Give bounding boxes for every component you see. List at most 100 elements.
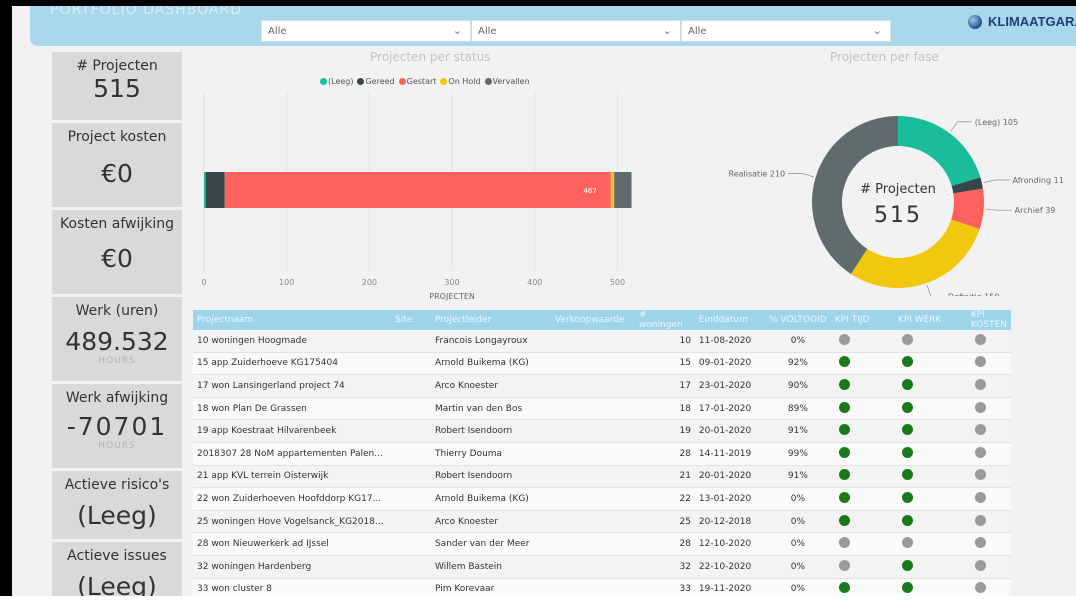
- table-row[interactable]: 25 woningen Hove Vogelsanck_KG2018... Arc…: [193, 510, 1011, 534]
- woningen-cell: 28: [634, 532, 695, 556]
- card-label: Project kosten: [67, 129, 167, 145]
- project-leader-cell: Arco Knoester: [430, 374, 551, 398]
- card-value: -70701: [66, 412, 168, 441]
- kpi-kosten-cell: [966, 442, 1011, 466]
- slice-leader-line: [983, 179, 1010, 183]
- site-cell: [390, 352, 431, 376]
- woningen-cell: 10: [634, 330, 695, 353]
- sales-value-cell: [550, 419, 635, 443]
- voltooid-cell: 0%: [764, 532, 831, 556]
- col-header-kpi-tijd[interactable]: KPI TIJD: [830, 310, 894, 330]
- kpi-werk-cell: [893, 419, 967, 443]
- bar-segment[interactable]: [614, 172, 632, 208]
- table-row[interactable]: 22 won Zuiderhoeven Hoofddorp KG17... Arn…: [193, 487, 1011, 511]
- col-header-kpi-kosten[interactable]: KPI KOSTEN: [966, 310, 1011, 330]
- kpi-tijd-cell: [830, 352, 894, 376]
- kpi-tijd-cell: [830, 555, 894, 579]
- phase-donut-chart: (Leeg) 105 Afronding 11 Archief 39 Definiti…: [729, 116, 1064, 296]
- kpi-werk-cell: [893, 352, 967, 376]
- bar-segment[interactable]: [224, 172, 611, 208]
- einddatum-cell: 12-10-2020: [694, 532, 765, 556]
- table-row[interactable]: 15 app Zuiderhoeve KG175404 Arnold Buikem…: [193, 352, 1011, 376]
- legend-swatch: [440, 78, 448, 85]
- legend-item[interactable]: Gereed: [357, 77, 395, 86]
- table-row[interactable]: 32 woningen Hardenberg Willem Bastein 32 22…: [193, 555, 1011, 579]
- status-dot-icon: [838, 333, 850, 345]
- status-dot-icon: [974, 333, 986, 345]
- donut-slice[interactable]: [898, 116, 981, 186]
- bar-data-label: 467: [583, 187, 596, 195]
- bar-segment[interactable]: [204, 172, 206, 208]
- project-table: Projectnaam Site Projectleider Verkoopwa…: [193, 310, 1011, 604]
- legend-item[interactable]: (Leeg): [320, 77, 353, 86]
- filter-dropdown-2[interactable]: Alle ⌄: [471, 20, 681, 42]
- site-cell: [390, 532, 431, 556]
- col-header-site[interactable]: Site: [390, 310, 431, 330]
- voltooid-cell: 0%: [764, 510, 831, 534]
- slice-leader-line: [926, 284, 932, 296]
- col-header-projectnaam[interactable]: Projectnaam: [193, 310, 391, 330]
- col-header-woningen[interactable]: # woningen: [634, 310, 695, 330]
- donut-slice[interactable]: [850, 219, 980, 288]
- kpi-werk-cell: [893, 487, 967, 511]
- col-header-projectleider[interactable]: Projectleider: [430, 310, 551, 330]
- brand-logo: KLIMAATGARANT: [968, 14, 1076, 29]
- status-dot-icon: [974, 424, 986, 436]
- sales-value-cell: [550, 465, 635, 489]
- card-label: Actieve risico's: [64, 477, 170, 493]
- kpi-kosten-cell: [966, 532, 1011, 556]
- kpi-card-kosten-afwijking: Kosten afwijking €0: [52, 210, 182, 294]
- einddatum-cell: 20-12-2018: [694, 510, 765, 534]
- filter-dropdown-3[interactable]: Alle ⌄: [681, 20, 891, 42]
- card-value: €0: [101, 244, 133, 273]
- table-row[interactable]: 21 app KVL terrein Oisterwijk Robert Isen…: [193, 465, 1011, 489]
- status-dot-icon: [838, 378, 850, 390]
- table-row[interactable]: 18 won Plan De Grassen Martin van den Bos…: [193, 397, 1011, 421]
- donut-center-label: # Projecten: [860, 182, 936, 197]
- voltooid-cell: 99%: [764, 442, 831, 466]
- col-header-verkoopwaarde[interactable]: Verkoopwaarde: [550, 310, 635, 330]
- kpi-card-werk-afwijking: Werk afwijking -70701 HOURS: [52, 384, 182, 468]
- slice-leader-line: [985, 208, 1012, 211]
- table-row[interactable]: 2018307 28 NoM appartementen Palen... Thi…: [193, 442, 1011, 466]
- card-value: €0: [101, 159, 133, 188]
- voltooid-cell: 91%: [764, 465, 831, 489]
- voltooid-cell: 92%: [764, 352, 831, 376]
- bar-segment[interactable]: [610, 172, 615, 208]
- voltooid-cell: 0%: [764, 330, 831, 353]
- einddatum-cell: 11-08-2020: [694, 330, 765, 353]
- col-header-voltooid[interactable]: % VOLTOOID: [764, 310, 831, 330]
- phase-chart-title: Projecten per fase: [830, 50, 939, 64]
- sales-value-cell: [550, 532, 635, 556]
- project-leader-cell: Francois Longayroux: [430, 330, 551, 353]
- status-bar-chart: 0 100 200 300 400 500 PROJECTEN 467: [201, 91, 632, 301]
- status-dot-icon: [974, 356, 986, 368]
- legend-item[interactable]: Vervallen: [484, 77, 530, 86]
- project-name-cell: 25 woningen Hove Vogelsanck_KG2018...: [193, 510, 391, 534]
- filter-dropdown-1[interactable]: Alle ⌄: [261, 20, 471, 42]
- kpi-kosten-cell: [966, 330, 1011, 353]
- legend-item[interactable]: Gestart: [398, 77, 436, 86]
- status-dot-icon: [838, 582, 850, 594]
- status-dot-icon: [974, 559, 986, 571]
- table-row[interactable]: 17 won Lansingerland project 74 Arco Knoe…: [193, 374, 1011, 398]
- col-header-kpi-werk[interactable]: KPI WERK: [893, 310, 967, 330]
- woningen-cell: 18: [634, 397, 695, 421]
- site-cell: [390, 465, 431, 489]
- einddatum-cell: 09-01-2020: [694, 352, 765, 376]
- bar-segment[interactable]: [205, 172, 225, 208]
- table-row[interactable]: 10 woningen Hoogmade Francois Longayroux 1…: [193, 330, 1011, 353]
- table-row[interactable]: 19 app Koestraat Hilvarenbeek Robert Isen…: [193, 419, 1011, 443]
- table-body: 10 woningen Hoogmade Francois Longayroux 1…: [193, 330, 1011, 604]
- table-row[interactable]: 28 won Nieuwerkerk ad IJssel Sander van d…: [193, 532, 1011, 556]
- status-dot-icon: [901, 424, 913, 436]
- site-cell: [390, 442, 431, 466]
- project-name-cell: 18 won Plan De Grassen: [193, 397, 391, 421]
- status-dot-icon: [901, 582, 913, 594]
- voltooid-cell: 0%: [764, 555, 831, 579]
- kpi-tijd-cell: [830, 397, 894, 421]
- col-header-einddatum[interactable]: Einddatum: [694, 310, 765, 330]
- slice-label: Afronding 11: [1013, 176, 1064, 185]
- legend-item[interactable]: On Hold: [440, 77, 481, 86]
- project-name-cell: 10 woningen Hoogmade: [193, 330, 391, 353]
